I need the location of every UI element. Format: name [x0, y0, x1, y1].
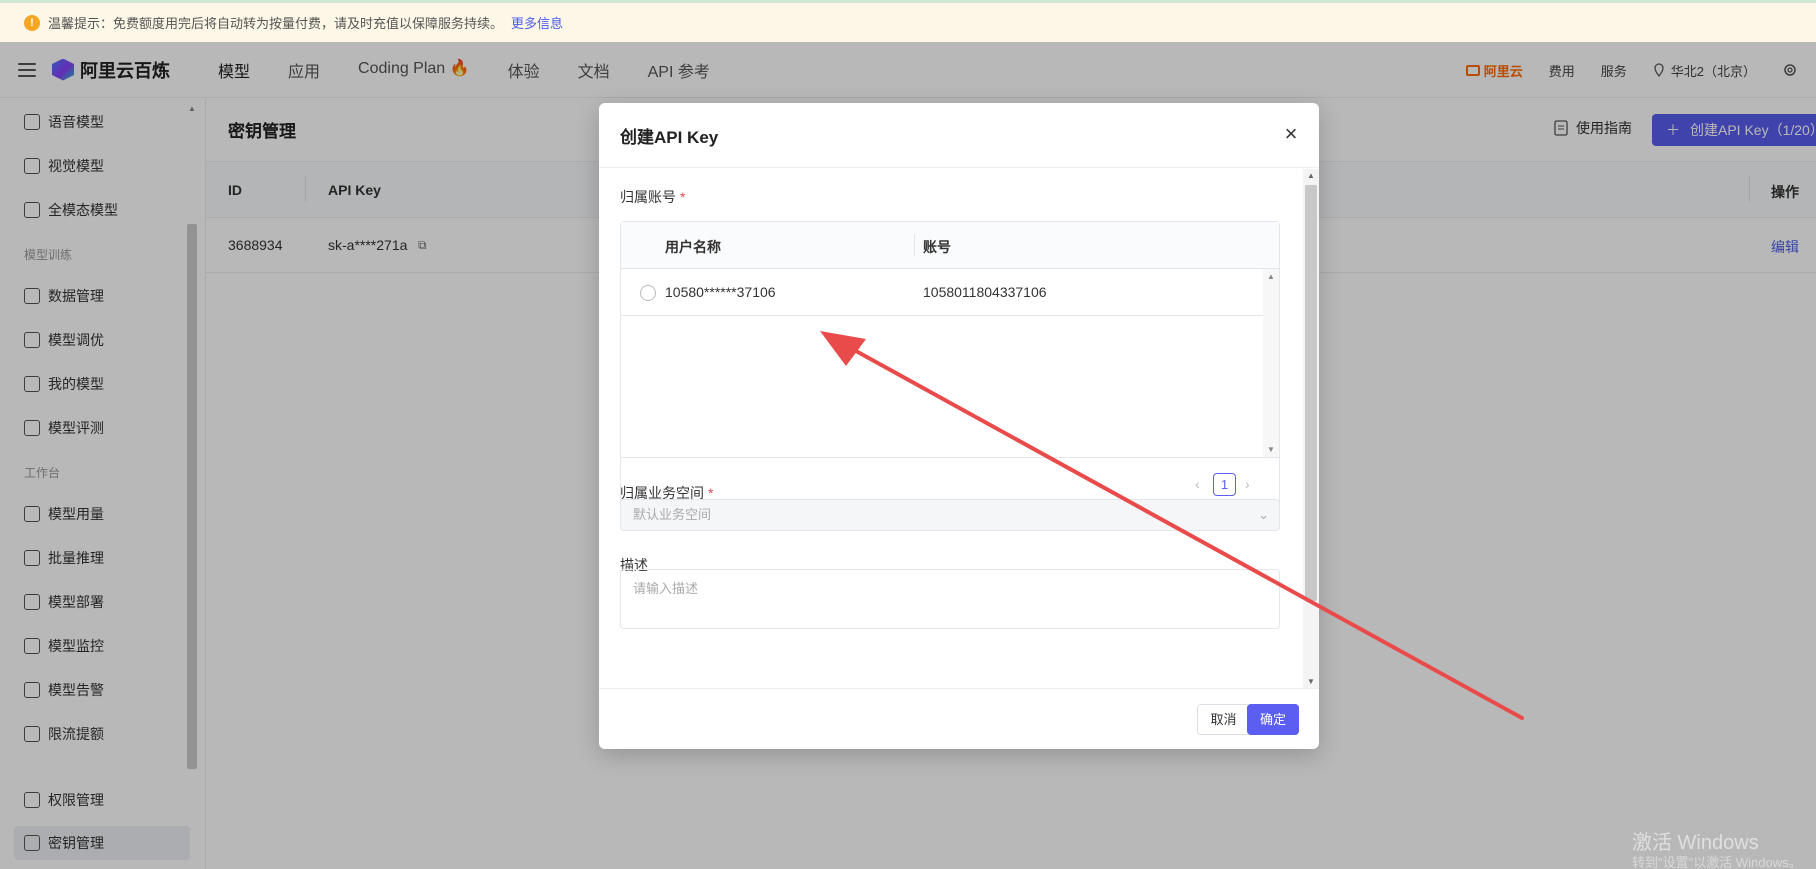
account-table-scrollbar[interactable]: ▲ ▼: [1263, 269, 1279, 457]
notice-text: 温馨提示：免费额度用完后将自动转为按量付费，请及时充值以保障服务持续。: [48, 16, 504, 31]
dialog-scrollbar[interactable]: ▲ ▼: [1303, 169, 1319, 688]
warning-icon: !: [24, 14, 40, 31]
next-page-icon[interactable]: ›: [1245, 476, 1250, 492]
description-textarea[interactable]: 请输入描述: [620, 569, 1280, 629]
row-account: 1058011804337106: [923, 284, 1047, 300]
page-number[interactable]: 1: [1213, 473, 1236, 496]
chevron-down-icon: ⌄: [1258, 507, 1269, 522]
windows-activation-hint: 转到"设置"以激活 Windows。: [1632, 855, 1802, 869]
workspace-select[interactable]: 默认业务空间 ⌄: [620, 499, 1280, 531]
account-field-label: 归属账号 *: [620, 187, 685, 207]
scroll-thumb[interactable]: [1305, 185, 1317, 601]
col-separator: [914, 234, 915, 256]
scroll-down-icon[interactable]: ▼: [1307, 677, 1315, 686]
create-api-key-dialog: 创建API Key × 归属账号 * 用户名称 账号 10580******371…: [599, 103, 1319, 749]
account-table-header: 用户名称 账号: [621, 222, 1279, 269]
scroll-down-icon[interactable]: ▼: [1267, 445, 1275, 454]
prev-page-icon[interactable]: ‹: [1195, 476, 1200, 492]
scroll-up-icon[interactable]: ▲: [1307, 171, 1315, 180]
dialog-body: 归属账号 * 用户名称 账号 10580******37106 105801180…: [599, 169, 1319, 688]
dialog-header: 创建API Key: [599, 103, 1319, 168]
close-icon[interactable]: ×: [1281, 123, 1301, 145]
account-label-text: 归属账号: [620, 189, 676, 205]
dialog-footer: 取消 确定: [599, 688, 1319, 749]
table-row[interactable]: 10580******37106 1058011804337106: [621, 269, 1263, 316]
col-account: 账号: [923, 239, 951, 255]
confirm-button[interactable]: 确定: [1247, 704, 1299, 735]
account-radio[interactable]: [640, 285, 656, 301]
account-rows: 10580******37106 1058011804337106: [621, 269, 1263, 457]
description-placeholder: 请输入描述: [633, 581, 699, 596]
scroll-up-icon[interactable]: ▲: [1267, 272, 1275, 281]
dialog-title: 创建API Key: [620, 127, 719, 147]
cancel-button[interactable]: 取消: [1197, 704, 1250, 735]
workspace-placeholder: 默认业务空间: [633, 507, 712, 522]
windows-activation-watermark: 激活 Windows: [1632, 832, 1759, 854]
col-username: 用户名称: [665, 239, 721, 255]
notice-bar: ! 温馨提示：免费额度用完后将自动转为按量付费，请及时充值以保障服务持续。 更多…: [0, 0, 1816, 42]
account-table: 用户名称 账号 10580******37106 105801180433710…: [620, 221, 1280, 513]
required-mark: *: [680, 189, 686, 205]
row-username: 10580******37106: [665, 284, 776, 300]
more-info-link[interactable]: 更多信息: [511, 13, 563, 32]
